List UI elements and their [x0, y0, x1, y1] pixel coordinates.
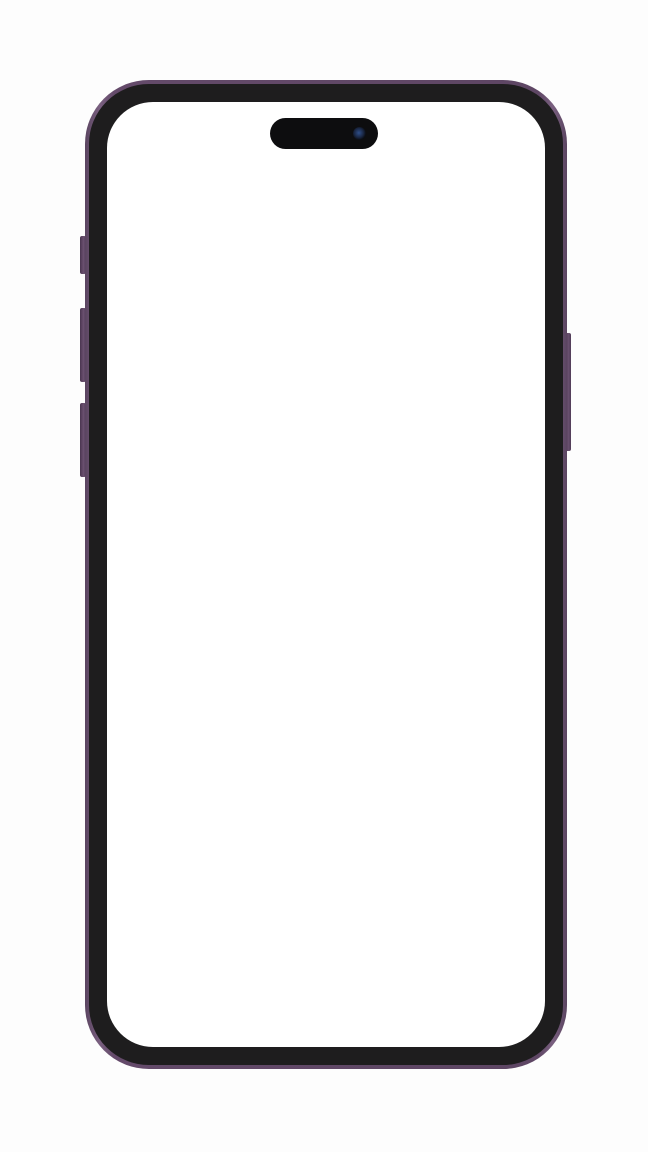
dynamic-island	[270, 118, 378, 149]
mockup-stage	[0, 0, 648, 1152]
phone-frame	[85, 80, 567, 1069]
phone-screen[interactable]	[107, 102, 545, 1047]
phone-bezel	[89, 84, 563, 1065]
camera-lens-icon	[353, 127, 366, 140]
